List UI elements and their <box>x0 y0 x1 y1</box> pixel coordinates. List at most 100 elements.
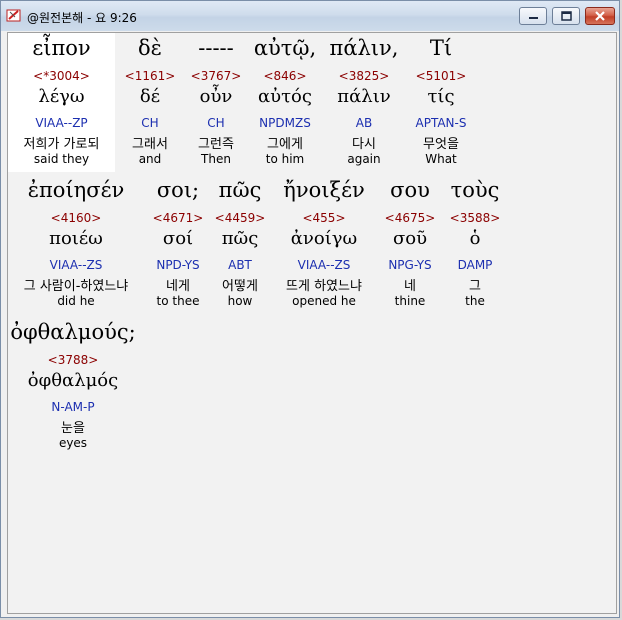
morphology-code: CH <box>207 116 225 130</box>
greek-word: ἤνοιξέν <box>283 178 365 202</box>
english-gloss: opened he <box>292 294 356 308</box>
lemma: πῶς <box>221 228 259 249</box>
strong-number[interactable]: <*3004> <box>8 69 115 83</box>
word-block[interactable]: ----- <3767> οὖν CH 그런즉 Then <box>184 36 248 171</box>
strong-number[interactable]: <3825> <box>324 69 404 83</box>
english-gloss: to him <box>265 152 305 166</box>
word-block[interactable]: ὀφθαλμούς; <3788> ὀφθαλμός N-AM-P 눈을 eye… <box>8 320 138 455</box>
korean-gloss: 네 <box>404 279 416 294</box>
korean-gloss: 네게 <box>166 279 190 294</box>
word-block[interactable]: ἤνοιξέν <455> ἀνοίγω VIAA--ZS 뜨게 하였느냐 op… <box>272 178 376 313</box>
morphology-code: NPD-YS <box>156 258 200 272</box>
english-gloss: how <box>227 294 253 308</box>
strong-number[interactable]: <4675> <box>378 211 442 225</box>
greek-word: σοι; <box>156 178 200 202</box>
lemma: λέγω <box>38 86 85 107</box>
greek-word: δὲ <box>138 36 162 60</box>
strong-number[interactable]: <5101> <box>404 69 478 83</box>
greek-word: πάλιν, <box>329 36 399 60</box>
word-block[interactable]: Τί <5101> τίς APTAN-S 무엇을 What <box>404 36 478 171</box>
morphology-code: NPG-YS <box>388 258 432 272</box>
word-block[interactable]: δὲ <1161> δέ CH 그래서 and <box>118 36 182 171</box>
morphology-code: NPDMZS <box>259 116 311 130</box>
korean-gloss: 눈을 <box>61 421 85 436</box>
korean-gloss: 어떻게 <box>222 279 258 294</box>
korean-gloss: 저희가 가로되 <box>23 137 100 152</box>
maximize-icon <box>561 11 572 21</box>
english-gloss: thine <box>394 294 426 308</box>
word-block[interactable]: τοὺς <3588> ὁ DAMP 그 the <box>444 178 506 313</box>
lemma: δέ <box>139 86 161 107</box>
lemma: τίς <box>427 86 455 107</box>
word-block[interactable]: αὐτῷ, <846> αὐτός NPDMZS 그에게 to him <box>248 36 322 171</box>
word-block[interactable]: ἐποίησέν <4160> ποιέω VIAA--ZS 그 사람이-하였느… <box>8 178 144 313</box>
morphology-code: N-AM-P <box>51 400 95 414</box>
greek-word: ----- <box>198 36 234 60</box>
morphology-code: VIAA--ZS <box>49 258 103 272</box>
english-gloss: did he <box>57 294 95 308</box>
lemma: ἀνοίγω <box>290 228 358 249</box>
english-gloss: to thee <box>156 294 200 308</box>
korean-gloss: 다시 <box>352 137 376 152</box>
english-gloss: and <box>138 152 162 166</box>
morphology-code: ABT <box>228 258 252 272</box>
word-block[interactable]: εἶπον <*3004> λέγω VIAA--ZP 저희가 가로되 said… <box>8 36 115 171</box>
greek-word: αὐτῷ, <box>253 36 317 60</box>
greek-word: ὀφθαλμούς; <box>10 320 136 344</box>
morphology-code: CH <box>141 116 159 130</box>
korean-gloss: 그래서 <box>132 137 168 152</box>
english-gloss: Then <box>201 152 231 166</box>
morphology-code: APTAN-S <box>415 116 467 130</box>
korean-gloss: 그 사람이-하였느냐 <box>23 279 129 294</box>
english-gloss: eyes <box>58 436 88 450</box>
app-window: @원전본해 - 요 9:26 εἶπον <*3004> λέγω VIAA--… <box>0 0 620 618</box>
close-button[interactable] <box>585 7 615 25</box>
english-gloss: again <box>347 152 381 166</box>
strong-number[interactable]: <846> <box>248 69 322 83</box>
morphology-code: AB <box>355 116 373 130</box>
greek-word: σου <box>390 178 430 202</box>
minimize-button[interactable] <box>519 7 547 25</box>
morphology-code: VIAA--ZP <box>35 116 88 130</box>
close-icon <box>595 11 605 21</box>
korean-gloss: 무엇을 <box>423 137 459 152</box>
strong-number[interactable]: <4671> <box>146 211 210 225</box>
maximize-button[interactable] <box>552 7 580 25</box>
strong-number[interactable]: <3767> <box>184 69 248 83</box>
lemma: ὁ <box>469 228 481 249</box>
korean-gloss: 그 <box>469 279 481 294</box>
word-block[interactable]: πάλιν, <3825> πάλιν AB 다시 again <box>324 36 404 171</box>
english-gloss: What <box>425 152 457 166</box>
minimize-icon <box>529 17 538 19</box>
greek-word: Τί <box>429 36 453 60</box>
lemma: οὖν <box>199 86 233 107</box>
greek-word: ἐποίησέν <box>27 178 125 202</box>
lemma: σοί <box>162 228 194 249</box>
english-gloss: said they <box>33 152 90 166</box>
lemma: πάλιν <box>337 86 391 107</box>
lemma: σοῦ <box>392 228 428 249</box>
window-title: @원전본해 - 요 9:26 <box>27 11 137 25</box>
lemma: ὀφθαλμός <box>27 370 119 391</box>
strong-number[interactable]: <3788> <box>8 353 138 367</box>
greek-word: εἶπον <box>32 36 91 60</box>
greek-word: πῶς <box>218 178 262 202</box>
strong-number[interactable]: <455> <box>272 211 376 225</box>
korean-gloss: 뜨게 하였느냐 <box>286 279 362 294</box>
strong-number[interactable]: <3588> <box>444 211 506 225</box>
word-block[interactable]: πῶς <4459> πῶς ABT 어떻게 how <box>210 178 270 313</box>
english-gloss: the <box>465 294 485 308</box>
strong-number[interactable]: <1161> <box>118 69 182 83</box>
bible-app-icon <box>6 9 21 22</box>
interlinear-view: εἶπον <*3004> λέγω VIAA--ZP 저희가 가로되 said… <box>7 32 617 614</box>
strong-number[interactable]: <4459> <box>210 211 270 225</box>
title-bar[interactable]: @원전본해 - 요 9:26 <box>1 1 619 31</box>
lemma: αὐτός <box>258 86 312 107</box>
morphology-code: DAMP <box>457 258 493 272</box>
greek-word: τοὺς <box>450 178 500 202</box>
korean-gloss: 그런즉 <box>198 137 234 152</box>
word-block[interactable]: σοι; <4671> σοί NPD-YS 네게 to thee <box>146 178 210 313</box>
strong-number[interactable]: <4160> <box>8 211 144 225</box>
morphology-code: VIAA--ZS <box>297 258 351 272</box>
word-block[interactable]: σου <4675> σοῦ NPG-YS 네 thine <box>378 178 442 313</box>
